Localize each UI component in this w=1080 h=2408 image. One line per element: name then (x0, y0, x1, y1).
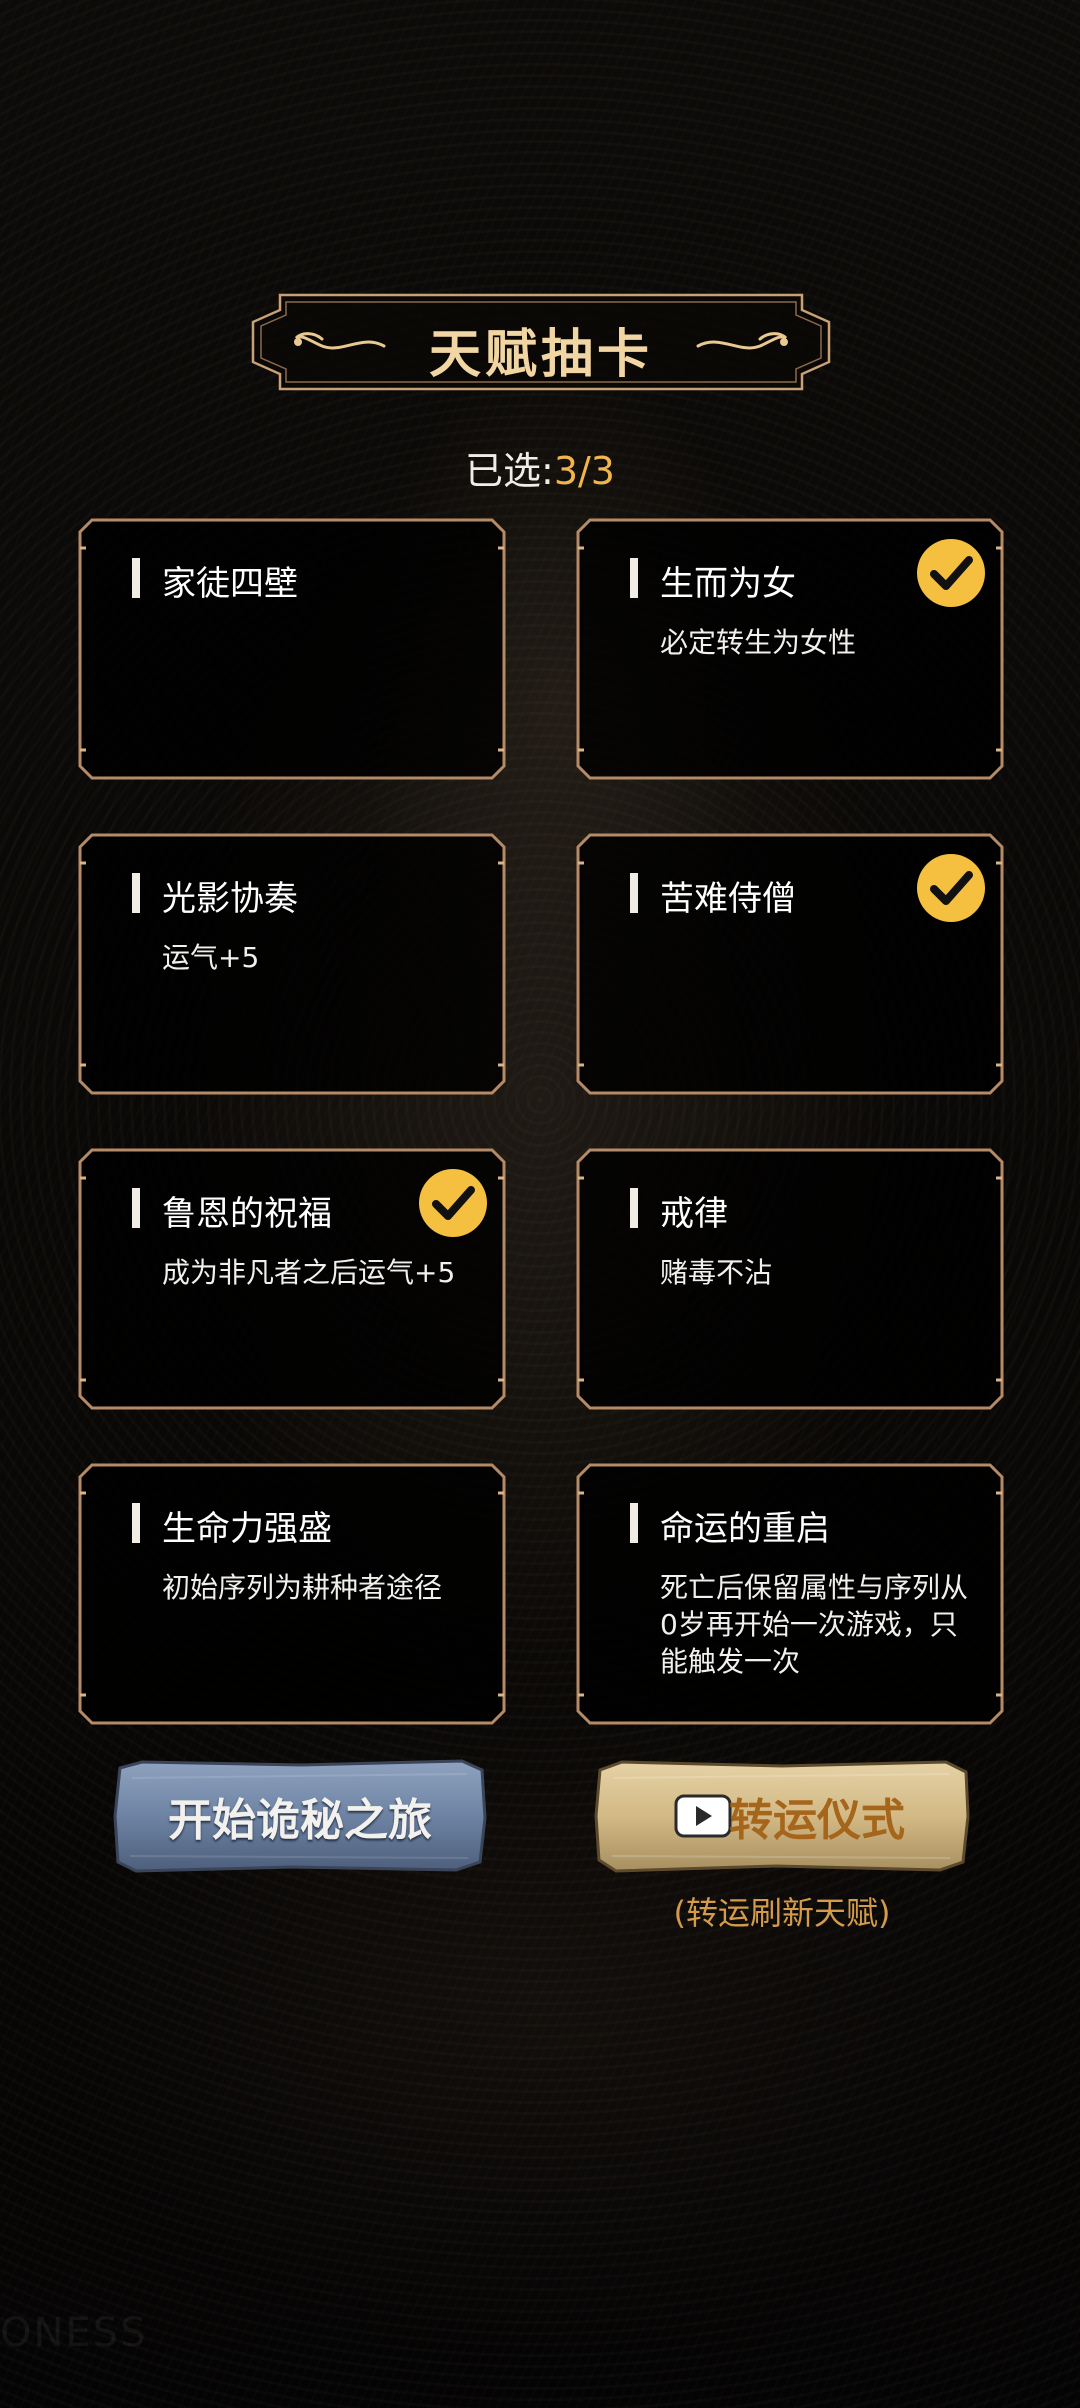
card-title: 家徒四壁 (162, 564, 298, 604)
card-description: 赌毒不沾 (660, 1256, 773, 1289)
talent-card[interactable]: 苦难侍僧 (576, 833, 1004, 1095)
talent-card[interactable]: 命运的重启死亡后保留属性与序列从0岁再开始一次游戏，只能触发一次 (576, 1463, 1004, 1725)
title-plaque: 天赋抽卡 (250, 292, 832, 392)
fortune-ritual-button[interactable]: 转运仪式 (594, 1758, 970, 1874)
card-title-bar (630, 1188, 638, 1228)
card-title: 戒律 (660, 1194, 728, 1234)
check-icon (917, 854, 985, 922)
start-journey-label: 开始诡秘之旅 (168, 1795, 432, 1846)
card-title-bar (132, 1503, 140, 1543)
talent-card[interactable]: 鲁恩的祝福成为非凡者之后运气+5 (78, 1148, 506, 1410)
start-journey-button[interactable]: 开始诡秘之旅 (112, 1758, 488, 1874)
card-description: 初始序列为耕种者途径 (162, 1571, 443, 1604)
fortune-ritual-label: 转运仪式 (729, 1795, 905, 1846)
talent-card[interactable]: 生命力强盛初始序列为耕种者途径 (78, 1463, 506, 1725)
card-title: 鲁恩的祝福 (162, 1194, 332, 1234)
check-icon (917, 539, 985, 607)
card-description: 运气+5 (162, 941, 260, 974)
card-title: 生命力强盛 (162, 1509, 332, 1549)
selected-count: 3/3 (553, 449, 615, 493)
talent-card[interactable]: 生而为女必定转生为女性 (576, 518, 1004, 780)
talent-card[interactable]: 家徒四壁 (78, 518, 506, 780)
fortune-hint: (转运刷新天赋) (673, 1894, 891, 1932)
card-title-bar (630, 873, 638, 913)
talent-draw-screen: 天赋抽卡 已选:3/3 家徒四壁 生而为女必定转生为女性光影协奏运气+5 苦难侍僧鲁… (0, 0, 1080, 2408)
card-title: 苦难侍僧 (660, 879, 796, 919)
watermark: ONESS (0, 2310, 148, 2356)
talent-card[interactable]: 戒律 赌毒不沾 (576, 1148, 1004, 1410)
talent-card[interactable]: 光影协奏运气+5 (78, 833, 506, 1095)
card-title-bar (132, 873, 140, 913)
card-title: 光影协奏 (162, 879, 298, 919)
card-description: 死亡后保留属性与序列从0岁再开始一次游戏，只能触发一次 (660, 1571, 969, 1678)
card-title-bar (630, 558, 638, 598)
card-title: 命运的重启 (660, 1509, 830, 1549)
card-title-bar (132, 1188, 140, 1228)
card-description: 成为非凡者之后运气+5 (162, 1256, 456, 1289)
card-title-bar (132, 558, 140, 598)
check-icon (419, 1169, 487, 1237)
card-title: 生而为女 (660, 564, 796, 604)
card-description: 必定转生为女性 (660, 626, 857, 659)
card-title-bar (630, 1503, 638, 1543)
scroll-flourish-icon (696, 332, 788, 350)
selected-label: 已选: (465, 449, 554, 493)
selected-counter: 已选:3/3 (0, 440, 1080, 495)
